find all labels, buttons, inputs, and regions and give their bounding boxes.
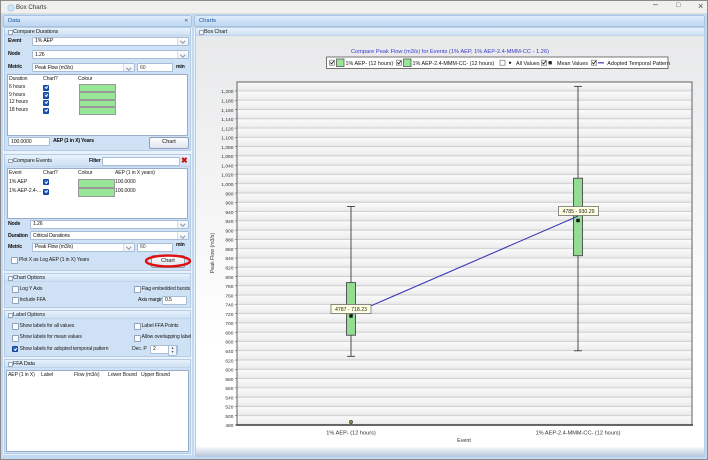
svg-text:860: 860 — [225, 247, 233, 253]
svg-text:920: 920 — [225, 219, 233, 225]
svg-text:1,160: 1,160 — [221, 108, 234, 114]
svg-text:1% AEP- (12 hours): 1% AEP- (12 hours) — [346, 61, 394, 67]
svg-text:680: 680 — [225, 330, 233, 336]
svg-text:560: 560 — [225, 386, 233, 392]
svg-text:480: 480 — [225, 423, 233, 429]
svg-text:Compare Peak Flow (m3/s) for E: Compare Peak Flow (m3/s) for Events (1% … — [351, 49, 549, 55]
svg-text:760: 760 — [225, 293, 233, 299]
svg-text:1,080: 1,080 — [221, 145, 234, 151]
svg-text:Peak Flow (m3/s): Peak Flow (m3/s) — [210, 233, 216, 274]
svg-text:1,120: 1,120 — [221, 126, 234, 132]
svg-text:Event: Event — [457, 438, 471, 444]
svg-text:All Values: All Values — [516, 61, 540, 67]
svg-text:1,140: 1,140 — [221, 117, 234, 123]
svg-text:740: 740 — [225, 303, 233, 309]
svg-text:1% AEP-2.4-MMM-CC- (12 hours): 1% AEP-2.4-MMM-CC- (12 hours) — [536, 431, 621, 437]
svg-text:980: 980 — [225, 191, 233, 197]
svg-text:1% AEP- (12 hours): 1% AEP- (12 hours) — [326, 431, 376, 437]
svg-text:4785 - 930.29: 4785 - 930.29 — [562, 209, 594, 215]
svg-text:820: 820 — [225, 265, 233, 271]
svg-text:1,000: 1,000 — [221, 182, 234, 188]
svg-text:1,180: 1,180 — [221, 98, 234, 104]
svg-text:720: 720 — [225, 312, 233, 318]
svg-text:940: 940 — [225, 210, 233, 216]
svg-text:1,200: 1,200 — [221, 89, 234, 95]
svg-text:1,020: 1,020 — [221, 173, 234, 179]
svg-text:540: 540 — [225, 395, 233, 401]
svg-text:840: 840 — [225, 256, 233, 262]
svg-text:Mean Values: Mean Values — [557, 61, 588, 67]
svg-text:1,100: 1,100 — [221, 136, 234, 142]
svg-text:520: 520 — [225, 405, 233, 411]
svg-text:500: 500 — [225, 414, 233, 420]
svg-text:780: 780 — [225, 284, 233, 290]
svg-text:800: 800 — [225, 275, 233, 281]
svg-text:1,040: 1,040 — [221, 163, 234, 169]
svg-text:900: 900 — [225, 228, 233, 234]
svg-text:620: 620 — [225, 358, 233, 364]
svg-text:960: 960 — [225, 201, 233, 207]
svg-text:640: 640 — [225, 349, 233, 355]
svg-text:880: 880 — [225, 238, 233, 244]
svg-text:700: 700 — [225, 321, 233, 327]
svg-text:1% AEP-2.4-MMM-CC- (12 hours): 1% AEP-2.4-MMM-CC- (12 hours) — [413, 61, 495, 67]
svg-text:600: 600 — [225, 368, 233, 374]
svg-text:660: 660 — [225, 340, 233, 346]
svg-text:1,060: 1,060 — [221, 154, 234, 160]
svg-text:Adopted Temporal Pattern: Adopted Temporal Pattern — [607, 61, 670, 67]
svg-text:4787 - 718.23: 4787 - 718.23 — [335, 307, 367, 313]
svg-text:580: 580 — [225, 377, 233, 383]
